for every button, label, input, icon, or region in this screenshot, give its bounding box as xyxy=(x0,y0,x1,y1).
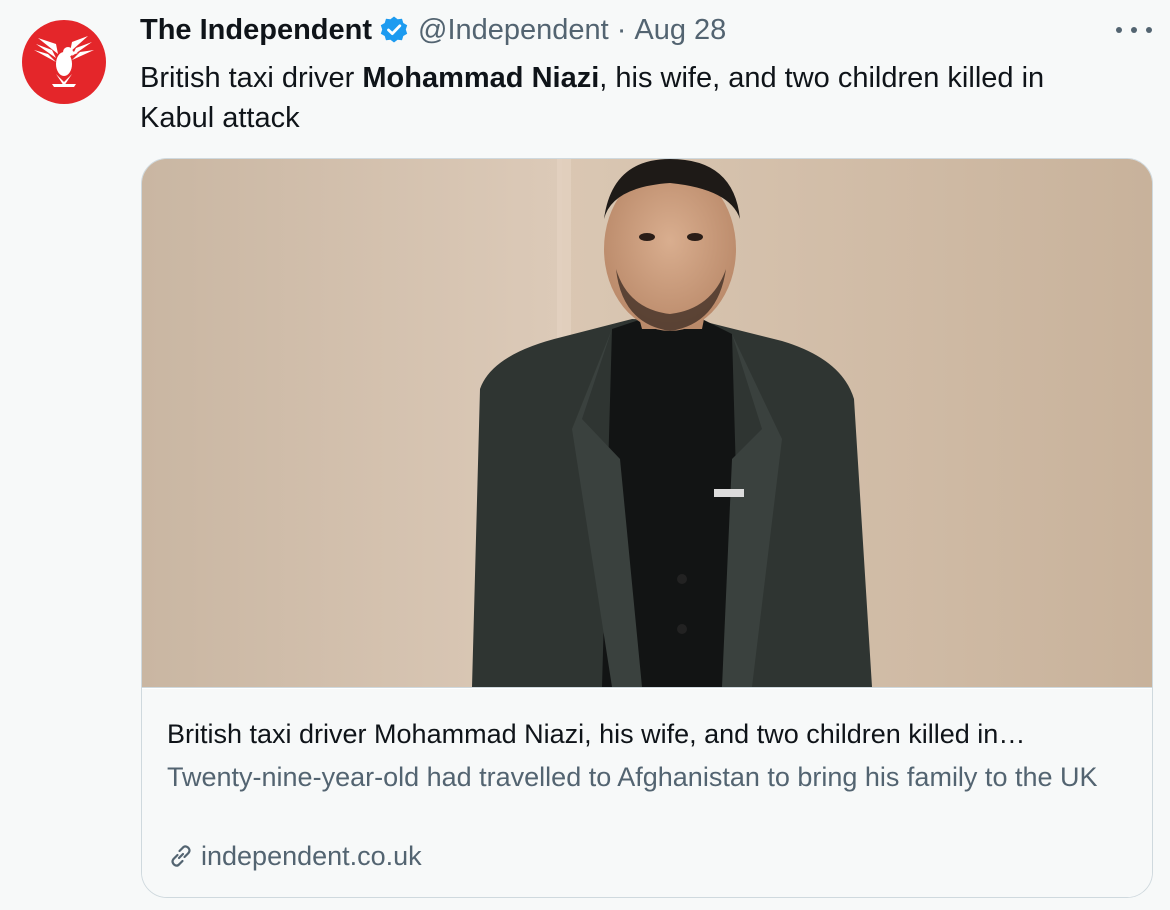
more-options-icon[interactable] xyxy=(1116,18,1152,42)
separator-dot: · xyxy=(616,13,627,46)
tweet-header: The Independent @Independent · Aug 28 xyxy=(140,10,1152,50)
link-icon xyxy=(167,842,195,870)
card-description: Twenty-nine-year-old had travelled to Af… xyxy=(167,762,1098,792)
card-domain[interactable]: independent.co.uk xyxy=(167,837,422,875)
verified-badge-icon xyxy=(378,14,410,46)
avatar[interactable] xyxy=(22,20,106,104)
card-body[interactable]: British taxi driver Mohammad Niazi, his … xyxy=(142,689,1152,897)
link-card[interactable]: British taxi driver Mohammad Niazi, his … xyxy=(141,158,1153,898)
tweet-content: The Independent @Independent · Aug 28 Br… xyxy=(140,10,1152,138)
tweet[interactable]: The Independent @Independent · Aug 28 Br… xyxy=(0,0,1170,910)
tweet-date[interactable]: Aug 28 xyxy=(634,14,726,47)
card-domain-text: independent.co.uk xyxy=(201,841,422,871)
tweet-text-bold-name: Mohammad Niazi xyxy=(362,62,600,94)
tweet-text-before: British taxi driver xyxy=(140,62,363,94)
card-image[interactable] xyxy=(142,159,1152,688)
photo-illustration xyxy=(142,159,1152,687)
card-title: British taxi driver Mohammad Niazi, his … xyxy=(167,719,1026,749)
tweet-text: British taxi driver Mohammad Niazi, his … xyxy=(140,58,1120,138)
eagle-logo-icon xyxy=(34,36,94,87)
handle[interactable]: @Independent xyxy=(418,14,609,47)
display-name[interactable]: The Independent xyxy=(140,14,372,47)
